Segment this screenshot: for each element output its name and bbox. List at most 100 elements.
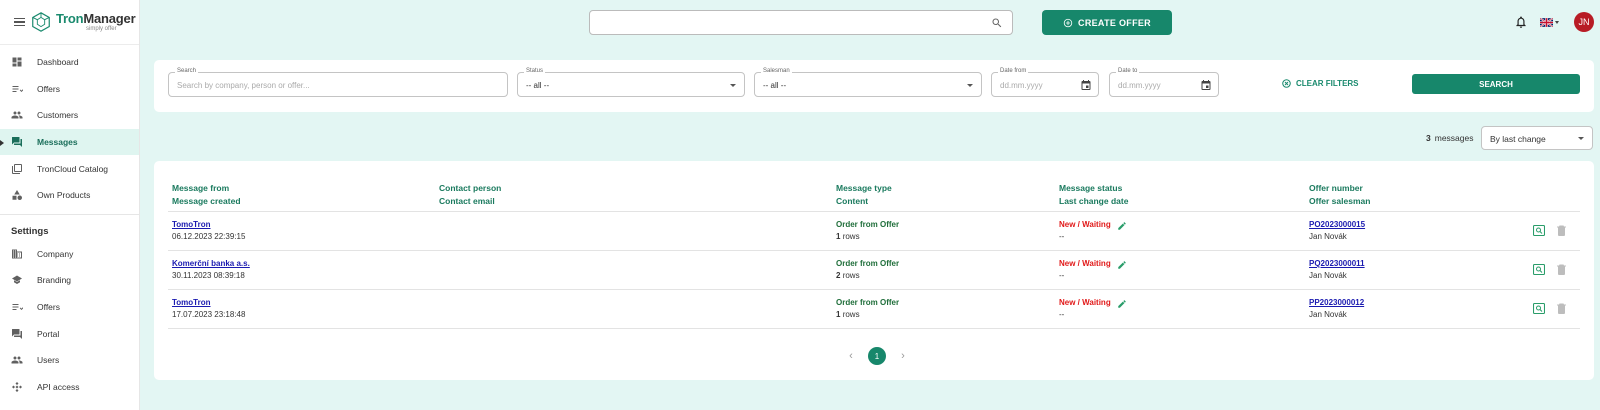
nav-item-api-access[interactable]: API access	[0, 374, 139, 401]
create-offer-button[interactable]: CREATE OFFER	[1042, 10, 1172, 35]
header-content[interactable]: Content	[836, 196, 868, 206]
tronmanager-logo-icon[interactable]	[30, 11, 52, 33]
last-change-date: --	[1059, 271, 1065, 280]
message-content: 2 rows	[836, 271, 860, 280]
global-search-input[interactable]	[589, 10, 1013, 35]
header-contact-person[interactable]: Contact person	[439, 183, 501, 193]
delete-trash-icon[interactable]	[1557, 264, 1566, 275]
portal-icon	[11, 328, 23, 340]
notifications-bell-icon[interactable]	[1514, 14, 1528, 30]
status-value: -- all --	[526, 81, 550, 90]
en-gb-flag-icon	[1540, 17, 1553, 27]
preview-search-icon[interactable]	[1532, 263, 1546, 276]
nav-item-label: Messages	[37, 137, 78, 148]
nav-item-label: TronCloud Catalog	[37, 163, 109, 174]
nav-item-dashboard[interactable]: Dashboard	[0, 49, 139, 76]
salesman-select[interactable]: Salesman -- all --	[754, 68, 982, 97]
chevron-down-icon	[1555, 20, 1559, 24]
search-icon[interactable]	[991, 17, 1003, 29]
edit-pencil-icon[interactable]	[1117, 221, 1127, 231]
company-icon	[11, 248, 23, 260]
chevron-down-icon	[730, 84, 736, 87]
api-icon	[11, 381, 23, 393]
offer-salesman: Jan Novák	[1309, 310, 1347, 319]
offer-number-link[interactable]: PQ2023000011	[1309, 259, 1365, 268]
offer-number-link[interactable]: PP2023000012	[1309, 298, 1364, 307]
chevron-down-icon	[967, 84, 973, 87]
status-select[interactable]: Status -- all --	[517, 68, 745, 97]
header-message-type[interactable]: Message type	[836, 183, 892, 193]
chevron-down-icon	[1578, 137, 1584, 140]
calendar-icon[interactable]	[1080, 79, 1092, 91]
edit-pencil-icon[interactable]	[1117, 260, 1127, 270]
settings-heading: Settings	[11, 225, 49, 237]
preview-search-icon[interactable]	[1532, 302, 1546, 315]
branding-icon	[11, 274, 23, 286]
prev-page-chevron-icon[interactable]: ‹	[844, 350, 858, 362]
user-avatar[interactable]: JN	[1574, 12, 1594, 32]
sort-value: By last change	[1490, 134, 1546, 144]
message-content: 1 rows	[836, 232, 860, 241]
brand-tagline: simply offer	[86, 26, 117, 32]
message-from-link[interactable]: Komerční banka a.s.	[172, 259, 250, 268]
language-selector[interactable]	[1540, 17, 1562, 27]
rows-count: 2	[836, 271, 841, 280]
next-page-chevron-icon[interactable]: ›	[896, 350, 910, 362]
customers-icon	[11, 109, 23, 121]
date-to-field[interactable]: Date to dd.mm.yyyy	[1109, 68, 1219, 97]
hamburger-menu-icon[interactable]	[14, 18, 25, 26]
create-offer-label: CREATE OFFER	[1078, 17, 1151, 28]
page-1-button[interactable]: 1	[868, 347, 886, 365]
nav-item-company[interactable]: Company	[0, 241, 139, 268]
message-count: 3 messages	[1426, 133, 1473, 143]
header-message-created[interactable]: Message created	[172, 196, 241, 206]
last-change-date: --	[1059, 232, 1065, 241]
search-field[interactable]: Search Search by company, person or offe…	[168, 68, 508, 97]
row-divider	[168, 211, 1580, 212]
preview-search-icon[interactable]	[1532, 224, 1546, 237]
date-from-field[interactable]: Date from dd.mm.yyyy	[991, 68, 1099, 97]
header-offer-salesman[interactable]: Offer salesman	[1309, 196, 1370, 206]
nav-item-users[interactable]: Users	[0, 347, 139, 374]
message-from-link[interactable]: TomoTron	[172, 220, 211, 229]
header-message-status[interactable]: Message status	[1059, 183, 1122, 193]
date-from-placeholder: dd.mm.yyyy	[1000, 81, 1043, 90]
message-status: New / Waiting	[1059, 220, 1111, 229]
nav-item-settings-offers[interactable]: Offers	[0, 294, 139, 321]
messages-icon	[11, 136, 23, 148]
row-divider	[168, 289, 1580, 290]
nav-item-customers[interactable]: Customers	[0, 102, 139, 129]
header-contact-email[interactable]: Contact email	[439, 196, 495, 206]
rows-label: rows	[842, 310, 860, 319]
nav-item-label: Customers	[37, 110, 79, 121]
nav-item-label: Users	[37, 355, 60, 366]
rows-count: 1	[836, 232, 841, 241]
message-from-link[interactable]: TomoTron	[172, 298, 211, 307]
header-last-change-date[interactable]: Last change date	[1059, 196, 1128, 206]
calendar-icon[interactable]	[1200, 79, 1212, 91]
header-offer-number[interactable]: Offer number	[1309, 183, 1363, 193]
message-created: 30.11.2023 08:39:18	[172, 271, 245, 280]
sort-select[interactable]: By last change	[1481, 126, 1593, 150]
pagination: ‹ 1 ›	[844, 347, 910, 365]
nav-item-portal[interactable]: Portal	[0, 320, 139, 347]
offers-icon	[11, 83, 23, 95]
filter-panel: Search Search by company, person or offe…	[154, 60, 1594, 112]
clear-filters-button[interactable]: CLEAR FILTERS	[1282, 79, 1359, 88]
add-circle-icon	[1063, 18, 1073, 27]
clear-circle-icon	[1282, 79, 1291, 88]
search-button[interactable]: SEARCH	[1412, 74, 1580, 94]
nav-item-offers[interactable]: Offers	[0, 76, 139, 103]
nav-item-branding[interactable]: Branding	[0, 267, 139, 294]
message-type: Order from Offer	[836, 259, 900, 268]
delete-trash-icon[interactable]	[1557, 225, 1566, 236]
nav-item-messages[interactable]: Messages	[0, 128, 139, 156]
brand: TronManager simply offer	[56, 12, 136, 32]
nav-item-label: Company	[37, 248, 74, 259]
offer-number-link[interactable]: PO2023000015	[1309, 220, 1365, 229]
delete-trash-icon[interactable]	[1557, 303, 1566, 314]
edit-pencil-icon[interactable]	[1117, 299, 1127, 309]
nav-item-troncloud-catalog[interactable]: TronCloud Catalog	[0, 155, 139, 182]
header-message-from[interactable]: Message from	[172, 183, 229, 193]
nav-item-own-products[interactable]: Own Products	[0, 182, 139, 209]
